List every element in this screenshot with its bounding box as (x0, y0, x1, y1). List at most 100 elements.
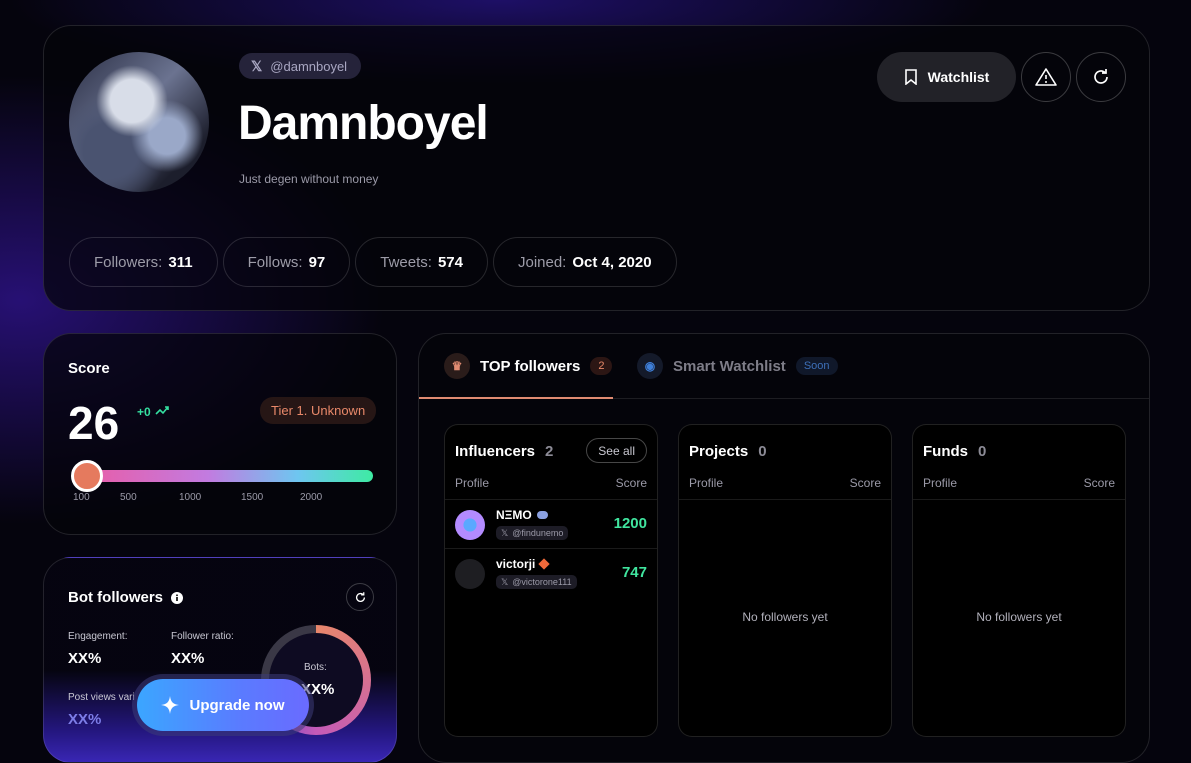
engagement-label: Engagement: (68, 631, 128, 642)
divider (679, 499, 891, 500)
x-logo-icon: 𝕏 (501, 527, 509, 538)
projects-panel: Projects 0 Profile Score No followers ye… (678, 424, 892, 737)
soon-badge: Soon (795, 357, 838, 375)
panel-title: Funds 0 (923, 443, 986, 460)
follower-name: NΞMO (496, 508, 532, 522)
profile-stats: Followers: 311 Follows: 97 Tweets: 574 Join… (69, 237, 677, 287)
target-icon: ◉ (637, 353, 663, 379)
upgrade-label: Upgrade now (189, 696, 285, 714)
watchlist-button[interactable]: Watchlist (877, 52, 1016, 102)
tab-label: Smart Watchlist (673, 357, 786, 375)
bot-followers-title: Bot followers (68, 589, 164, 606)
active-tab-indicator (419, 397, 613, 399)
stat-label: Followers: (94, 253, 163, 271)
diamond-icon (538, 558, 551, 570)
tick-label: 500 (120, 492, 137, 503)
engagement-value: XX% (68, 650, 102, 667)
bots-label: Bots: (304, 662, 327, 673)
col-score: Score (1083, 476, 1115, 490)
see-all-button[interactable]: See all (586, 438, 647, 463)
col-score: Score (849, 476, 881, 490)
divider (913, 499, 1125, 500)
stat-followers: Followers: 311 (69, 237, 218, 287)
follower-ratio-label: Follower ratio: (171, 631, 234, 642)
sparkle-icon (161, 696, 180, 714)
panel-title: Projects 0 (689, 443, 767, 460)
stat-value: 574 (437, 253, 463, 271)
stat-follows: Follows: 97 (222, 237, 351, 287)
stat-value: 311 (168, 253, 193, 271)
trending-up-icon (155, 406, 169, 415)
row-name: NΞMO (496, 508, 548, 522)
post-views-value: XX% (68, 711, 102, 728)
profile-avatar (69, 52, 209, 192)
bookmark-icon (904, 69, 917, 85)
profile-name: Damnboyel (238, 97, 489, 150)
report-button[interactable] (1021, 52, 1071, 102)
handle-badge[interactable]: 𝕏 @damnboyel (239, 53, 362, 79)
col-score: Score (615, 476, 647, 490)
tier-badge: Tier 1. Unknown (260, 397, 377, 424)
influencers-count: 2 (545, 443, 554, 460)
bot-followers-header: Bot followers (68, 589, 184, 606)
score-value: 26 (68, 397, 120, 449)
stat-joined: Joined: Oct 4, 2020 (492, 237, 677, 287)
table-row[interactable]: NΞMO 𝕏 @findunemo 1200 (445, 500, 657, 548)
top-followers-card: ♛ TOP followers 2 ◉ Smart Watchlist Soon… (418, 333, 1150, 763)
score-title: Score (68, 360, 110, 377)
score-gradient-bar (73, 470, 373, 482)
bots-refresh-button[interactable] (346, 583, 374, 611)
stat-label: Follows: (247, 253, 303, 271)
verified-icon (536, 511, 548, 519)
panel-title: Influencers 2 (455, 443, 553, 460)
stat-label: Tweets: (380, 253, 432, 271)
tick-label: 1000 (179, 492, 202, 503)
follower-handle: @victorone111 (512, 577, 572, 587)
follower-score: 1200 (613, 515, 647, 532)
empty-state: No followers yet (976, 610, 1062, 624)
warning-icon (1035, 68, 1057, 86)
follower-score: 747 (621, 564, 647, 581)
upgrade-button[interactable]: Upgrade now (137, 679, 309, 731)
tick-label: 2000 (300, 492, 323, 503)
watchlist-label: Watchlist (927, 69, 990, 85)
profile-bio: Just degen without money (239, 172, 379, 186)
funds-count: 0 (978, 443, 987, 460)
bot-followers-card: Bot followers Engagement: XX% Follower r… (43, 557, 397, 763)
tab-smart-watchlist[interactable]: ◉ Smart Watchlist Soon (637, 353, 838, 379)
handle-text: @damnboyel (270, 58, 348, 74)
row-handle: 𝕏 @victorone111 (496, 575, 577, 589)
info-icon[interactable] (171, 591, 184, 604)
score-delta: +0 (137, 405, 169, 419)
avatar (455, 510, 485, 540)
refresh-button[interactable] (1076, 52, 1126, 102)
follower-ratio-value: XX% (171, 650, 205, 667)
projects-title: Projects (689, 443, 749, 460)
table-row[interactable]: victorji 𝕏 @victorone111 747 (445, 549, 657, 597)
empty-state: No followers yet (742, 610, 828, 624)
tick-label: 100 (73, 492, 90, 503)
influencers-title: Influencers (455, 443, 536, 460)
funds-panel: Funds 0 Profile Score No followers yet (912, 424, 1126, 737)
row-name: victorji (496, 557, 551, 571)
influencers-panel: Influencers 2 See all Profile Score NΞMO… (444, 424, 658, 737)
follower-name: victorji (496, 557, 536, 571)
post-views-label: Post views vari (68, 692, 135, 703)
tab-label: TOP followers (480, 357, 581, 375)
funds-title: Funds (923, 443, 968, 460)
stat-value: Oct 4, 2020 (572, 253, 652, 271)
score-knob (71, 460, 103, 492)
score-delta-value: +0 (137, 405, 151, 419)
score-card: Score 26 +0 Tier 1. Unknown 100 500 1000… (43, 333, 397, 535)
stat-label: Joined: (517, 253, 567, 271)
projects-count: 0 (758, 443, 767, 460)
row-handle: 𝕏 @findunemo (496, 526, 569, 540)
stat-tweets: Tweets: 574 (355, 237, 488, 287)
crown-icon: ♛ (444, 353, 470, 379)
tick-label: 1500 (241, 492, 264, 503)
avatar (455, 559, 485, 589)
tab-top-followers[interactable]: ♛ TOP followers 2 (444, 353, 613, 379)
tab-badge: 2 (590, 357, 613, 375)
profile-header-card: 𝕏 @damnboyel Damnboyel Just degen withou… (43, 25, 1150, 311)
x-logo-icon: 𝕏 (501, 576, 509, 587)
